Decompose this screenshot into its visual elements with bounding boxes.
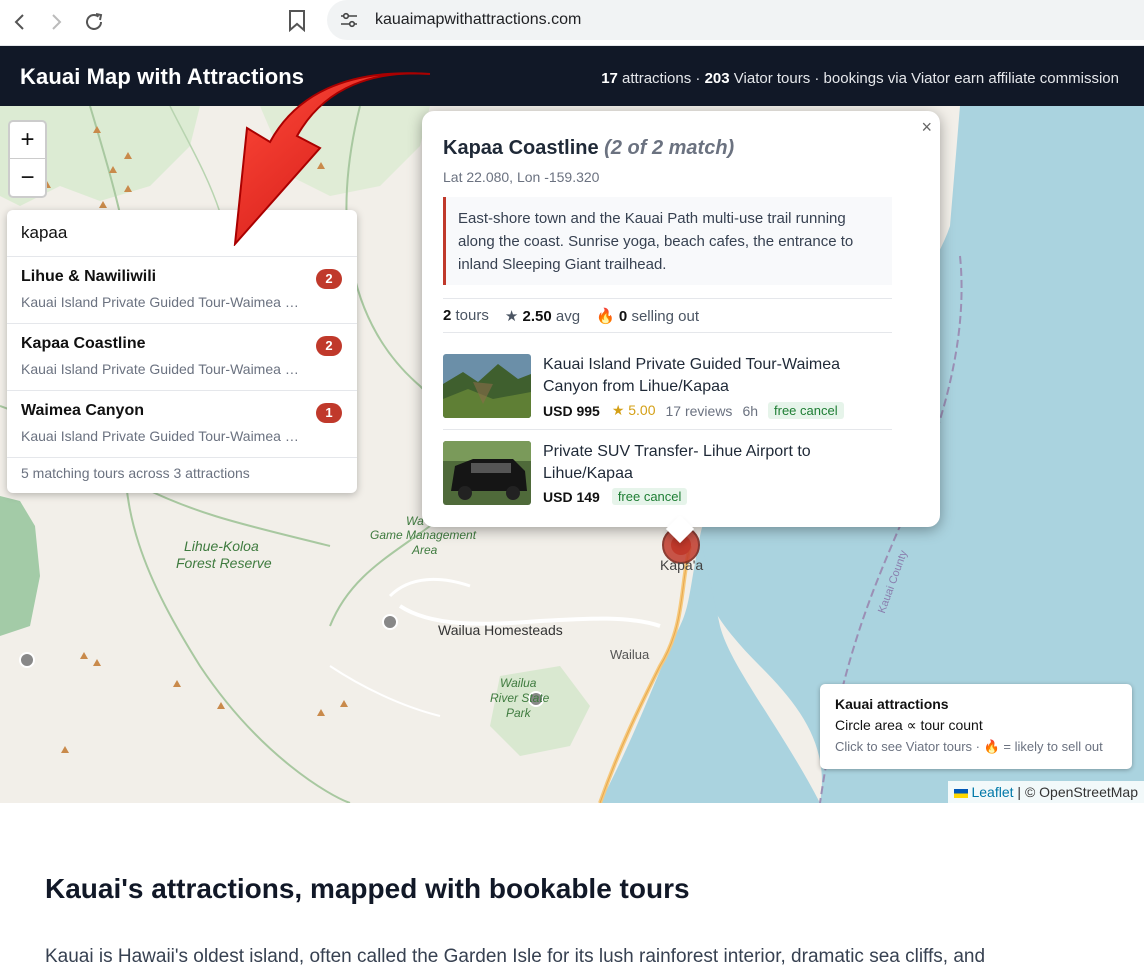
tour-price: USD 149 [543, 488, 600, 505]
article: Kauai's attractions, mapped with bookabl… [45, 873, 1105, 971]
map-label-park-3: Park [506, 706, 531, 720]
free-cancel-badge: free cancel [768, 402, 844, 419]
popup-stats: 2 tours ★ 2.50 avg 🔥 0 selling out [443, 298, 892, 333]
legend-line-2: Click to see Viator tours · 🔥 = likely t… [835, 739, 1117, 755]
result-count-badge: 2 [316, 269, 342, 289]
tour-reviews: 17 reviews [665, 402, 733, 419]
close-icon[interactable]: × [921, 117, 932, 138]
reload-icon[interactable] [80, 8, 108, 36]
tour-rating: ★ 5.00 [611, 402, 656, 418]
legend-line-2a: Click to see Viator tours · [835, 739, 980, 754]
tour-name[interactable]: Private SUV Transfer- Lihue Airport to L… [543, 441, 873, 485]
browser-toolbar: kauaimapwithattractions.com [0, 0, 1144, 46]
search-result[interactable]: Lihue & Nawiliwili Kauai Island Private … [7, 257, 357, 324]
tour-item[interactable]: Kauai Island Private Guided Tour-Waimea … [443, 354, 892, 440]
tour-divider [443, 429, 892, 430]
article-heading: Kauai's attractions, mapped with bookabl… [45, 873, 690, 904]
tour-thumbnail[interactable] [443, 441, 531, 505]
search-footer: 5 matching tours across 3 attractions [21, 465, 250, 481]
osm-attribution[interactable]: | © OpenStreetMap [1017, 784, 1138, 800]
legend-line-1: Circle area ∝ tour count [835, 717, 983, 733]
attractions-label: attractions · [622, 70, 701, 87]
search-result[interactable]: Kapaa Coastline Kauai Island Private Gui… [7, 324, 357, 391]
map-legend: Kauai attractions Circle area ∝ tour cou… [820, 684, 1132, 769]
site-header: Kauai Map with Attractions 17 attraction… [0, 46, 1144, 106]
map-label-game-area-2: Game Management [370, 528, 477, 542]
bookmark-icon[interactable] [288, 10, 306, 33]
popup-description: East-shore town and the Kauai Path multi… [443, 197, 892, 285]
tour-price: USD 995 [543, 402, 600, 419]
result-name: Lihue & Nawiliwili [21, 268, 157, 285]
leaflet-link[interactable]: Leaflet [971, 784, 1013, 800]
map-label-game-area-3: Area [412, 543, 438, 557]
tour-thumbnail[interactable] [443, 354, 531, 418]
result-count-badge: 1 [316, 403, 342, 423]
tours-label: Viator tours · bookings via Viator earn … [733, 70, 1119, 87]
attractions-count: 17 [601, 70, 618, 87]
result-count-badge: 2 [316, 336, 342, 356]
tours-count: 203 [704, 70, 730, 87]
avg-rating: 2.50 [522, 307, 552, 325]
zoom-control: + − [8, 120, 47, 198]
selling-out-label: selling out [631, 307, 699, 325]
map-label-forest-reserve: Lihue-Koloa [184, 538, 259, 554]
map-label-forest-reserve-2: Forest Reserve [176, 555, 272, 571]
tour-meta: USD 995 ★ 5.00 17 reviews 6h free cancel [543, 402, 844, 419]
popup-title: Kapaa Coastline (2 of 2 match) [443, 137, 734, 160]
red-arrow-annotation [233, 72, 431, 246]
popup-match-text: (2 of 2 match) [604, 137, 735, 159]
legend-title: Kauai attractions [835, 696, 949, 712]
tour-meta: USD 149 free cancel [543, 488, 688, 505]
search-result[interactable]: Waimea Canyon Kauai Island Private Guide… [7, 391, 357, 458]
map-label-park-1: Wailua [500, 676, 537, 690]
legend-line-2b: = likely to sell out [1003, 739, 1103, 754]
result-name: Kapaa Coastline [21, 335, 146, 352]
article-paragraph: Kauai is Hawaii's oldest island, often c… [45, 946, 986, 967]
result-subtitle: Kauai Island Private Guided Tour-Waimea … [21, 294, 306, 310]
free-cancel-badge: free cancel [611, 488, 688, 505]
result-name: Waimea Canyon [21, 402, 144, 419]
map-attribution: Leaflet | © OpenStreetMap [947, 781, 1144, 803]
tours-count: 2 [443, 307, 452, 324]
result-subtitle: Kauai Island Private Guided Tour-Waimea … [21, 428, 306, 444]
map-label-kapaa: Kapa'a [660, 557, 704, 573]
url-text[interactable]: kauaimapwithattractions.com [375, 11, 581, 29]
result-subtitle: Kauai Island Private Guided Tour-Waimea … [21, 361, 306, 377]
attraction-popup: × Kapaa Coastline (2 of 2 match) Lat 22.… [422, 111, 940, 544]
map-label-wailua-homesteads: Wailua Homesteads [438, 622, 563, 638]
map[interactable]: Lihue-Koloa Forest Reserve Wa Game Manag… [0, 106, 1144, 803]
tours-label: tours [455, 307, 489, 324]
search-panel: kapaa Lihue & Nawiliwili Kauai Island Pr… [7, 210, 357, 493]
address-bar[interactable]: kauaimapwithattractions.com [327, 0, 1144, 40]
header-stats: 17 attractions · 203 Viator tours · book… [601, 70, 1119, 87]
zoom-in-button[interactable]: + [10, 122, 45, 159]
star-icon: ★ [504, 307, 519, 325]
popup-coords: Lat 22.080, Lon -159.320 [443, 169, 600, 185]
selling-out-count: 0 [618, 307, 628, 325]
zoom-out-button[interactable]: − [10, 159, 45, 196]
map-label-park-2: River State [490, 691, 550, 705]
tour-duration: 6h [742, 402, 759, 419]
forward-icon[interactable] [42, 8, 70, 36]
popup-title-text: Kapaa Coastline [443, 137, 599, 159]
avg-label: avg [555, 307, 581, 325]
fire-icon: 🔥 [596, 307, 615, 325]
map-label-wailua: Wailua [610, 647, 650, 662]
site-settings-icon[interactable] [339, 10, 359, 30]
back-icon[interactable] [6, 8, 34, 36]
tour-name[interactable]: Kauai Island Private Guided Tour-Waimea … [543, 354, 873, 398]
fire-icon: 🔥 [983, 739, 1000, 754]
tour-item[interactable]: Private SUV Transfer- Lihue Airport to L… [443, 441, 892, 527]
ukraine-flag-icon [953, 788, 968, 798]
